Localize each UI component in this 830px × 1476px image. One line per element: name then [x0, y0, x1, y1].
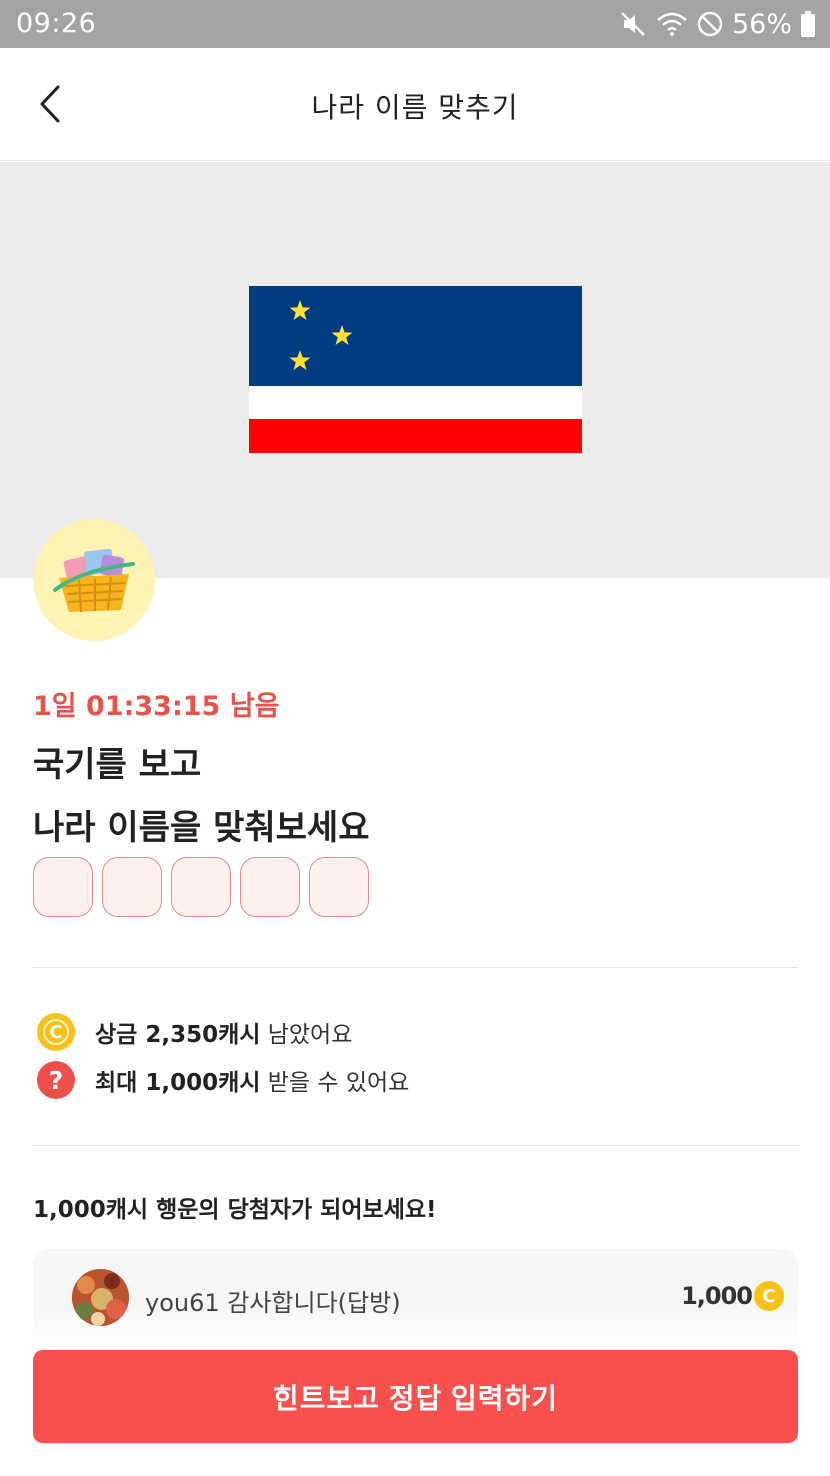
answer-box[interactable] [309, 857, 369, 917]
avatar [72, 1269, 129, 1326]
block-icon [696, 10, 724, 38]
answer-boxes [33, 857, 369, 917]
divider [33, 967, 798, 968]
question-line-2: 나라 이름을 맞춰보세요 [33, 808, 370, 848]
flag-hero [0, 162, 830, 578]
winner-list-item: you61 감사합니다(답방) 1,000 C [33, 1249, 798, 1347]
coin-icon: C [37, 1013, 75, 1051]
max-info: ? 최대 1,000캐시 받을 수 있어요 [37, 1061, 409, 1099]
coin-icon: C [754, 1281, 784, 1311]
max-amount: 최대 1,000캐시 [95, 1070, 261, 1096]
answer-box[interactable] [240, 857, 300, 917]
status-icons: 56% [618, 6, 816, 42]
answer-box[interactable] [33, 857, 93, 917]
question-icon: ? [37, 1061, 75, 1099]
status-bar: 09:26 56% [0, 0, 830, 48]
divider [33, 1145, 798, 1146]
wifi-icon [656, 9, 688, 39]
page-title: 나라 이름 맞추기 [311, 91, 519, 124]
winner-amount: 1,000 [681, 1282, 753, 1310]
prize-info: C 상금 2,350캐시 남았어요 [37, 1013, 352, 1051]
battery-percent: 56% [731, 8, 792, 40]
remaining-time: 1일 01:33:15 남음 [33, 691, 280, 722]
gift-basket-icon [53, 548, 135, 613]
answer-box[interactable] [171, 857, 231, 917]
quiz-badge [33, 519, 155, 641]
prize-rest: 남았어요 [260, 1022, 353, 1048]
flag-image [249, 286, 582, 453]
app-header: 나라 이름 맞추기 [0, 48, 830, 161]
winner-heading: 1,000캐시 행운의 당첨자가 되어보세요! [33, 1197, 437, 1223]
status-time: 09:26 [16, 8, 97, 39]
max-text: 최대 1,000캐시 받을 수 있어요 [95, 1063, 409, 1097]
max-rest: 받을 수 있어요 [260, 1070, 410, 1096]
prize-amount: 상금 2,350캐시 [95, 1022, 261, 1048]
mute-icon [618, 9, 648, 39]
battery-icon [800, 10, 816, 38]
prize-text: 상금 2,350캐시 남았어요 [95, 1015, 352, 1049]
question-line-1: 국기를 보고 [33, 745, 202, 785]
winner-name: you61 감사합니다(답방) [145, 1289, 401, 1317]
answer-box[interactable] [102, 857, 162, 917]
hint-answer-button[interactable]: 힌트보고 정답 입력하기 [33, 1350, 798, 1443]
